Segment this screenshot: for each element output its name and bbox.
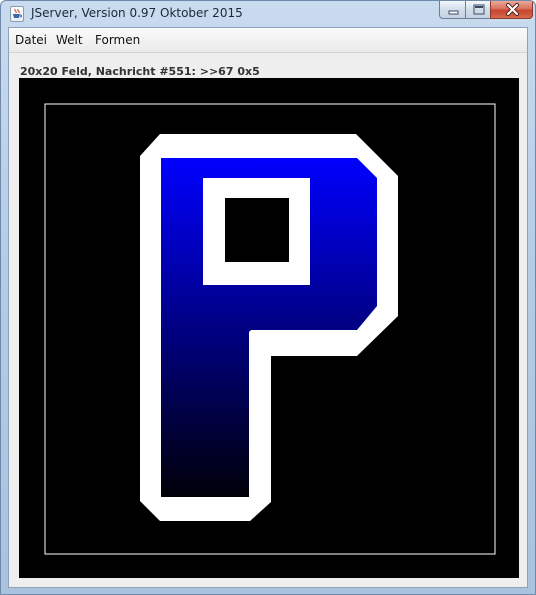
- close-icon: [506, 3, 519, 16]
- close-button[interactable]: [490, 1, 533, 19]
- window-content: Datei Welt Formen 20x20 Feld, Nachricht …: [8, 27, 528, 588]
- menu-welt[interactable]: Welt: [56, 33, 83, 47]
- menu-bar: Datei Welt Formen: [9, 28, 527, 53]
- board-drawing: [44, 103, 496, 555]
- title-bar[interactable]: JServer, Version 0.97 Oktober 2015: [1, 1, 535, 27]
- maximize-button[interactable]: [465, 1, 491, 19]
- menu-formen[interactable]: Formen: [95, 33, 140, 47]
- maximize-icon: [473, 4, 485, 15]
- java-cup-icon[interactable]: [10, 6, 24, 22]
- minimize-icon: [448, 10, 459, 15]
- minimize-button[interactable]: [439, 1, 466, 19]
- board-canvas[interactable]: [19, 78, 519, 578]
- letter-p-hole: [225, 198, 289, 262]
- menu-datei[interactable]: Datei: [15, 33, 47, 47]
- board-status-label: 20x20 Feld, Nachricht #551: >>67 0x5: [20, 65, 260, 78]
- window-title: JServer, Version 0.97 Oktober 2015: [31, 6, 243, 20]
- application-window: JServer, Version 0.97 Oktober 2015 Datei…: [0, 0, 536, 595]
